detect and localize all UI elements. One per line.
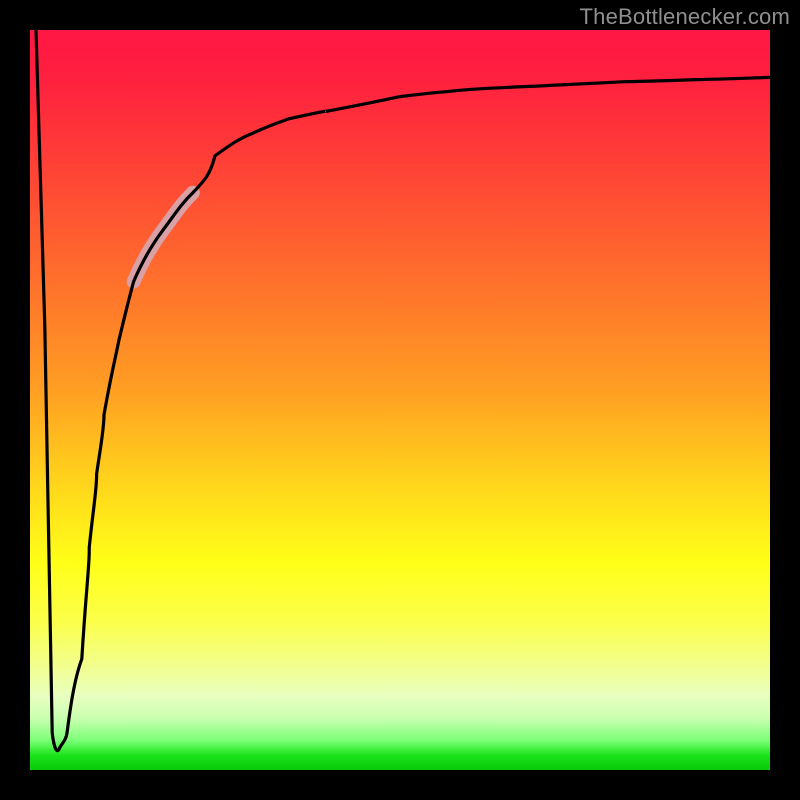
bottleneck-curve (36, 30, 770, 751)
curve-highlight (134, 193, 193, 282)
curve-layer (30, 30, 770, 770)
chart-frame: TheBottlenecker.com (0, 0, 800, 800)
plot-area (30, 30, 770, 770)
attribution-label: TheBottlenecker.com (580, 4, 790, 30)
